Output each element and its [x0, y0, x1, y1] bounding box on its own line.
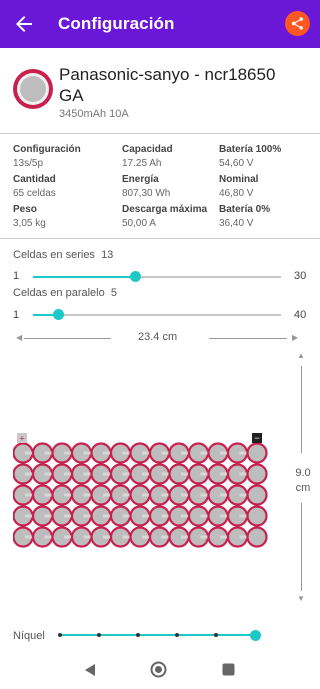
battery-cell: [246, 526, 268, 548]
width-dimension-line: [209, 338, 287, 339]
nickel-slider-tick: [96, 633, 101, 637]
negative-terminal-icon: −: [252, 433, 262, 443]
spec-nominal: Nominal 46,80 V: [219, 174, 259, 199]
parallel-max: 40: [294, 309, 307, 321]
pack-height-value: 9.0: [295, 467, 311, 479]
pack-height-unit: cm: [295, 482, 311, 494]
system-nav-bar: [0, 648, 320, 689]
page-title: Configuración: [58, 14, 175, 33]
width-dimension-line: [24, 338, 111, 339]
series-label-row: Celdas en series 13: [13, 249, 113, 261]
parallel-label-row: Celdas en paralelo 5: [13, 287, 117, 299]
spec-battery-empty: Batería 0% 36,40 V: [219, 204, 271, 229]
nav-home-icon[interactable]: [150, 661, 167, 683]
spec-max-discharge: Descarga máxima 50,00 A: [122, 204, 208, 229]
nickel-slider-thumb[interactable]: [250, 630, 261, 641]
spec-energy: Energía 807,30 Wh: [122, 174, 171, 199]
pack-width: 23.4 cm: [138, 331, 178, 343]
nickel-slider-tick: [135, 633, 140, 637]
battery-pack-diagram: + −: [12, 433, 293, 556]
battery-cell: [246, 505, 268, 527]
positive-terminal-icon: +: [17, 433, 27, 444]
nav-recents-icon[interactable]: [222, 663, 235, 681]
spec-capacity: Capacidad 17.25 Ah: [122, 144, 173, 169]
width-right-arrow-icon: ▶: [292, 333, 299, 342]
nickel-slider-tick: [174, 633, 179, 637]
spec-configuration: Configuración 13s/5p: [13, 144, 81, 169]
series-min: 1: [13, 270, 20, 282]
parallel-slider-thumb[interactable]: [53, 309, 64, 320]
nickel-slider-tick: [213, 633, 218, 637]
parallel-slider-track[interactable]: [33, 314, 281, 316]
height-up-arrow-icon: ▲: [297, 351, 305, 360]
cell-capacity-current: 3450mAh 10A: [59, 108, 129, 120]
parallel-label: Celdas en paralelo: [13, 287, 105, 299]
series-slider-fill: [33, 276, 135, 278]
series-label: Celdas en series: [13, 249, 95, 261]
parallel-value: 5: [110, 287, 117, 299]
cell-model-name: Panasonic-sanyo - ncr18650 GA: [59, 65, 276, 105]
divider: [0, 133, 320, 134]
series-slider-thumb[interactable]: [130, 271, 141, 282]
battery-cell: [246, 442, 268, 464]
nickel-label: Níquel: [13, 630, 45, 642]
divider: [0, 238, 320, 239]
negative-terminal-label: −: [254, 433, 259, 443]
spec-weight: Peso 3,05 kg: [13, 204, 46, 229]
height-dimension-line: [301, 503, 302, 591]
series-max: 30: [294, 270, 307, 282]
battery-cell: [246, 463, 268, 485]
positive-terminal-label: +: [19, 434, 24, 444]
arrow-left-icon[interactable]: [12, 12, 36, 36]
spec-count: Cantidad 65 celdas: [13, 174, 56, 199]
battery-cell: [246, 484, 268, 506]
height-down-arrow-icon: ▼: [297, 594, 305, 603]
width-left-arrow-icon: ◀: [16, 333, 23, 342]
nickel-slider-tick: [57, 633, 62, 637]
app-bar: Configuración: [0, 0, 320, 48]
share-icon[interactable]: [285, 11, 310, 36]
spec-battery-full: Batería 100% 54,60 V: [219, 144, 282, 169]
nav-back-icon[interactable]: [84, 663, 96, 682]
height-dimension-line: [301, 366, 302, 453]
parallel-min: 1: [13, 309, 20, 321]
battery-cell-icon: [12, 68, 54, 110]
nickel-slider-track[interactable]: [59, 634, 255, 636]
series-value: 13: [101, 249, 114, 261]
